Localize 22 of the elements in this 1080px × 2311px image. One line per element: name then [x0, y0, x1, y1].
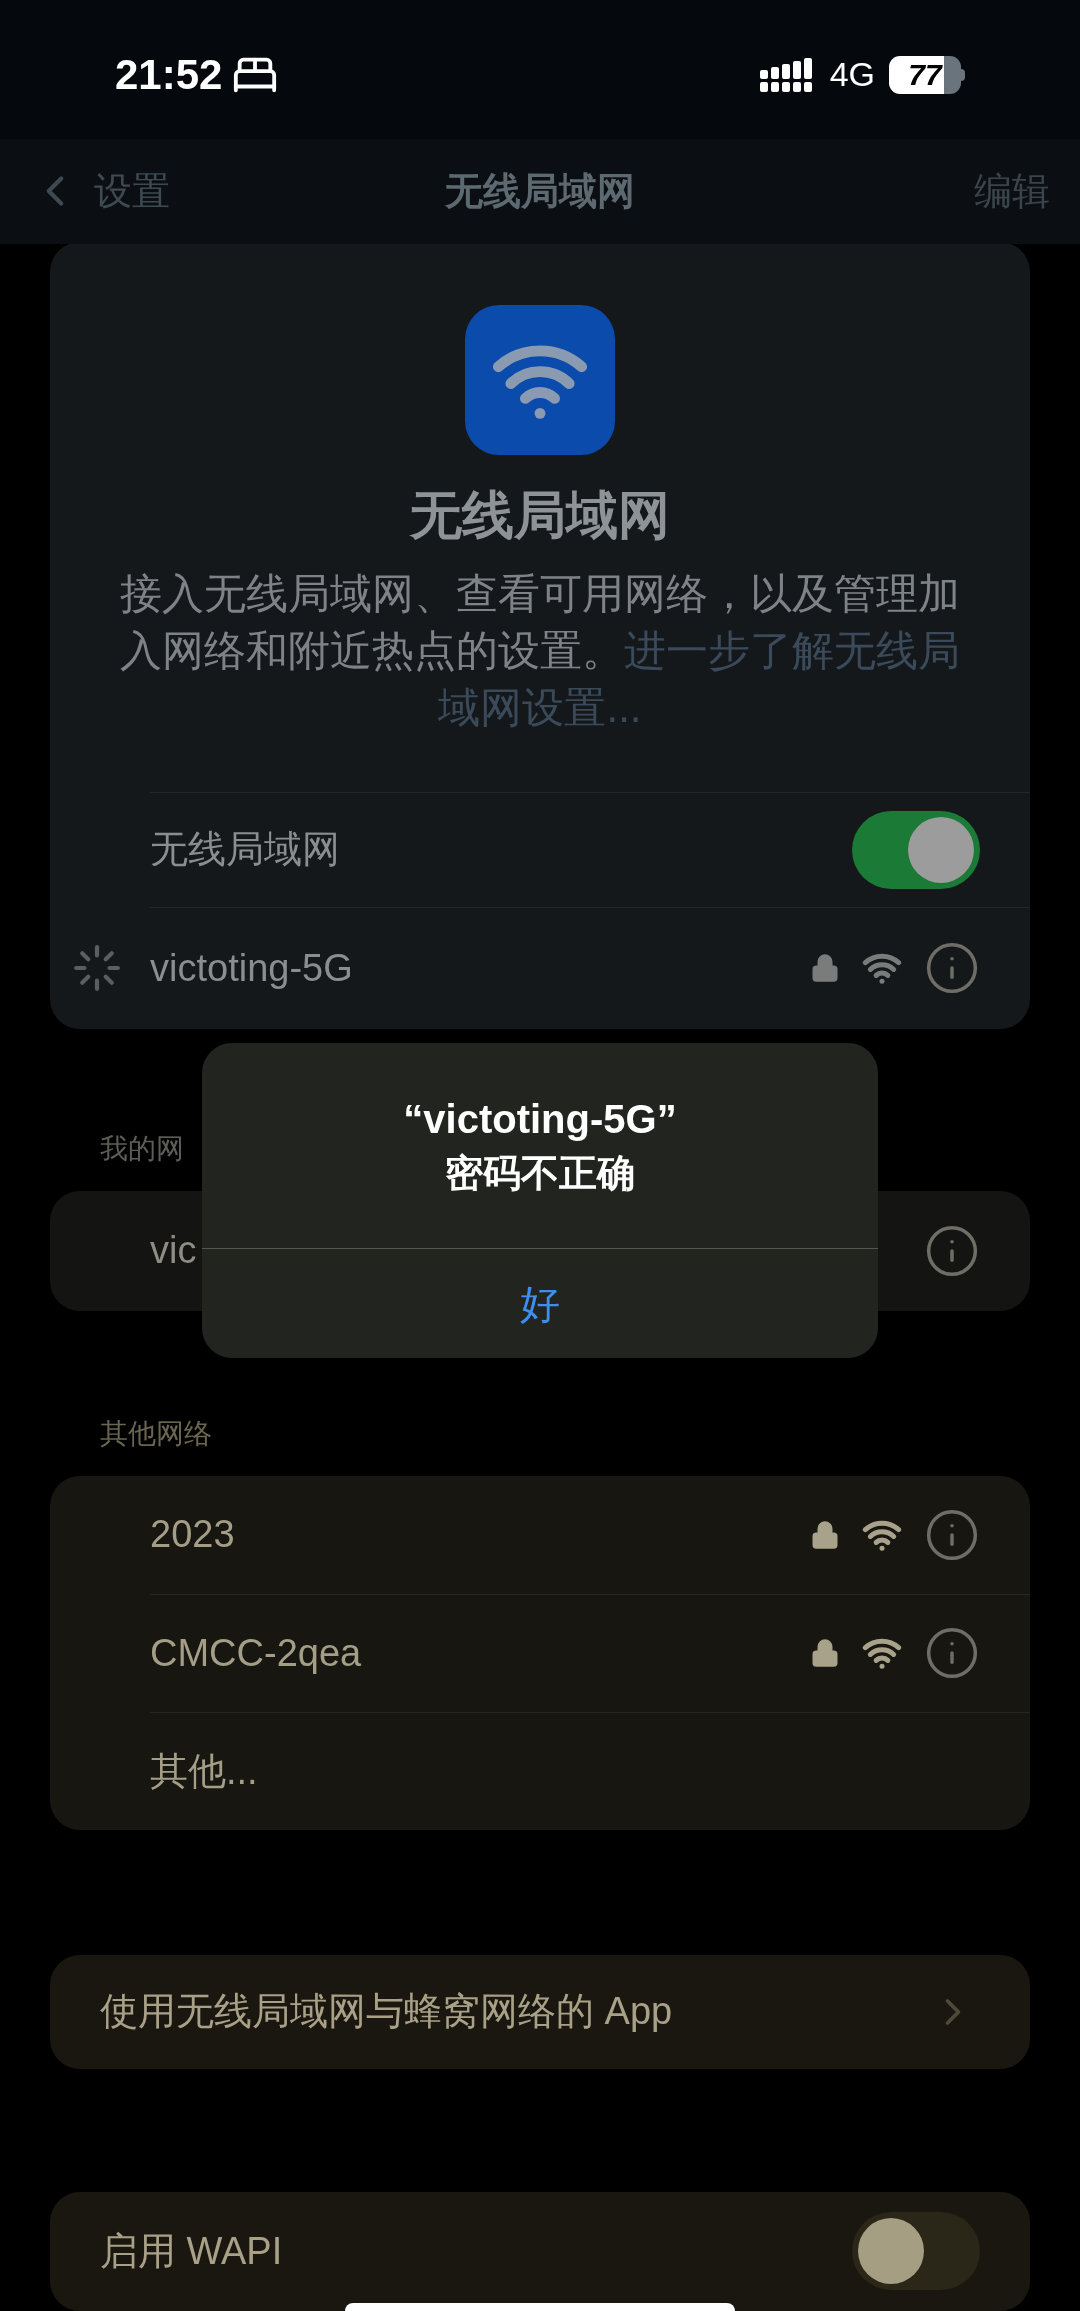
page-title: 无线局域网: [445, 168, 635, 214]
section-header: 我的网: [100, 1131, 185, 1166]
section-header: 其他网络: [100, 1416, 213, 1451]
network-name[interactable]: 2023: [150, 1506, 235, 1563]
network-name[interactable]: vic: [150, 1222, 197, 1279]
description-text: 接入无线局域网、查看可用网络，以及管理加入网络和附近热点的设置。进一步了解无线局 域网设置...: [119, 568, 961, 733]
clock-time: 21:52: [115, 50, 223, 101]
section-title: 无线局域网: [410, 484, 670, 545]
alert-title: “victoting-5G”: [403, 1095, 677, 1143]
ok-button[interactable]: 好: [202, 1248, 878, 1358]
network-name[interactable]: 其他...: [150, 1742, 258, 1800]
battery-indicator: 77: [889, 55, 965, 94]
apps-row[interactable]: 使用无线局域网与蜂窝网络的 App: [50, 1954, 1030, 2069]
alert-message: 密码不正确: [445, 1150, 635, 1196]
network-name[interactable]: CMCC-2qea: [150, 1624, 362, 1682]
info-icon[interactable]: [924, 940, 980, 996]
network-name[interactable]: victoting-5G: [150, 939, 353, 997]
row-label: 无线局域网: [150, 827, 340, 872]
row-label: 启用 WAPI: [100, 2228, 283, 2274]
network-type: 4G: [829, 54, 875, 96]
info-icon[interactable]: [924, 1625, 980, 1681]
wifi-app-icon: [465, 304, 615, 455]
